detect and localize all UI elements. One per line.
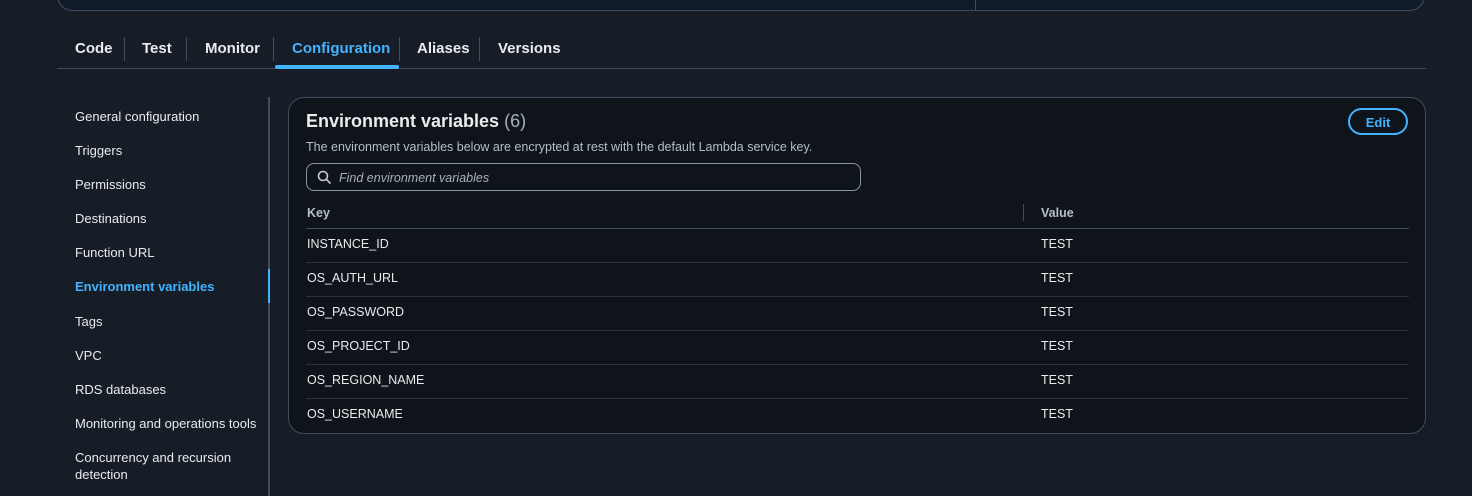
- tab-code[interactable]: Code: [75, 30, 113, 68]
- panel-title-text: Environment variables: [306, 111, 500, 131]
- sidebar-item-concurrency-and-recursion-detection[interactable]: Concurrency and recursion detection: [75, 449, 255, 483]
- row-value: TEST: [1041, 373, 1073, 387]
- environment-variables-panel: Environment variables (6) Edit The envir…: [288, 97, 1426, 434]
- tab-aliases[interactable]: Aliases: [417, 30, 470, 68]
- row-key: INSTANCE_ID: [307, 237, 389, 251]
- sidebar-item-general-configuration[interactable]: General configuration: [75, 108, 260, 125]
- active-tab-indicator: [275, 65, 399, 69]
- search-icon: [317, 170, 331, 184]
- sidebar-item-function-url[interactable]: Function URL: [75, 244, 260, 261]
- panel-title-count: (6): [504, 111, 527, 131]
- row-key: OS_PROJECT_ID: [307, 339, 410, 353]
- sidebar-item-tags[interactable]: Tags: [75, 313, 260, 330]
- tab-separator: [124, 37, 125, 61]
- panel-description: The environment variables below are encr…: [306, 140, 813, 154]
- row-value: TEST: [1041, 237, 1073, 251]
- table-row: OS_REGION_NAME TEST: [306, 365, 1409, 399]
- side-navigation-active-indicator: [268, 269, 270, 303]
- top-summary-divider: [975, 0, 976, 10]
- top-summary-box: [57, 0, 1425, 11]
- column-resizer[interactable]: [1023, 204, 1024, 221]
- panel-title: Environment variables (6): [306, 111, 526, 132]
- tab-configuration[interactable]: Configuration: [292, 30, 390, 68]
- sidebar-item-permissions[interactable]: Permissions: [75, 176, 260, 193]
- tab-separator: [186, 37, 187, 61]
- table-header: Key Value: [306, 202, 1409, 229]
- sidebar-item-triggers[interactable]: Triggers: [75, 142, 260, 159]
- row-value: TEST: [1041, 339, 1073, 353]
- tab-separator: [399, 37, 400, 61]
- row-value: TEST: [1041, 271, 1073, 285]
- search-input[interactable]: [337, 167, 851, 189]
- sidebar-item-rds-databases[interactable]: RDS databases: [75, 381, 260, 398]
- edit-button[interactable]: Edit: [1348, 108, 1408, 135]
- row-key: OS_AUTH_URL: [307, 271, 398, 285]
- row-value: TEST: [1041, 407, 1073, 421]
- table-row: OS_USERNAME TEST: [306, 399, 1409, 432]
- row-value: TEST: [1041, 305, 1073, 319]
- function-tabs: Code Test Monitor Configuration Aliases …: [57, 30, 1426, 69]
- sidebar-item-monitoring-and-operations-tools[interactable]: Monitoring and operations tools: [75, 415, 260, 432]
- tab-monitor[interactable]: Monitor: [205, 30, 260, 68]
- column-header-key[interactable]: Key: [307, 206, 330, 220]
- row-key: OS_REGION_NAME: [307, 373, 425, 387]
- row-key: OS_PASSWORD: [307, 305, 405, 319]
- tab-separator: [479, 37, 480, 61]
- sidebar-item-environment-variables[interactable]: Environment variables: [75, 278, 260, 295]
- tab-versions[interactable]: Versions: [498, 30, 561, 68]
- table-row: OS_PROJECT_ID TEST: [306, 331, 1409, 365]
- table-row: OS_AUTH_URL TEST: [306, 263, 1409, 297]
- tab-separator: [273, 37, 274, 61]
- row-key: OS_USERNAME: [307, 407, 403, 421]
- configuration-side-navigation: General configuration Triggers Permissio…: [57, 97, 270, 496]
- sidebar-item-destinations[interactable]: Destinations: [75, 210, 260, 227]
- column-header-value[interactable]: Value: [1041, 206, 1074, 220]
- table-row: OS_PASSWORD TEST: [306, 297, 1409, 331]
- sidebar-item-vpc[interactable]: VPC: [75, 347, 260, 364]
- table-row: INSTANCE_ID TEST: [306, 229, 1409, 263]
- tab-test[interactable]: Test: [142, 30, 172, 68]
- search-box: [306, 163, 861, 191]
- environment-variables-table: Key Value INSTANCE_ID TEST OS_AUTH_URL T…: [306, 202, 1409, 432]
